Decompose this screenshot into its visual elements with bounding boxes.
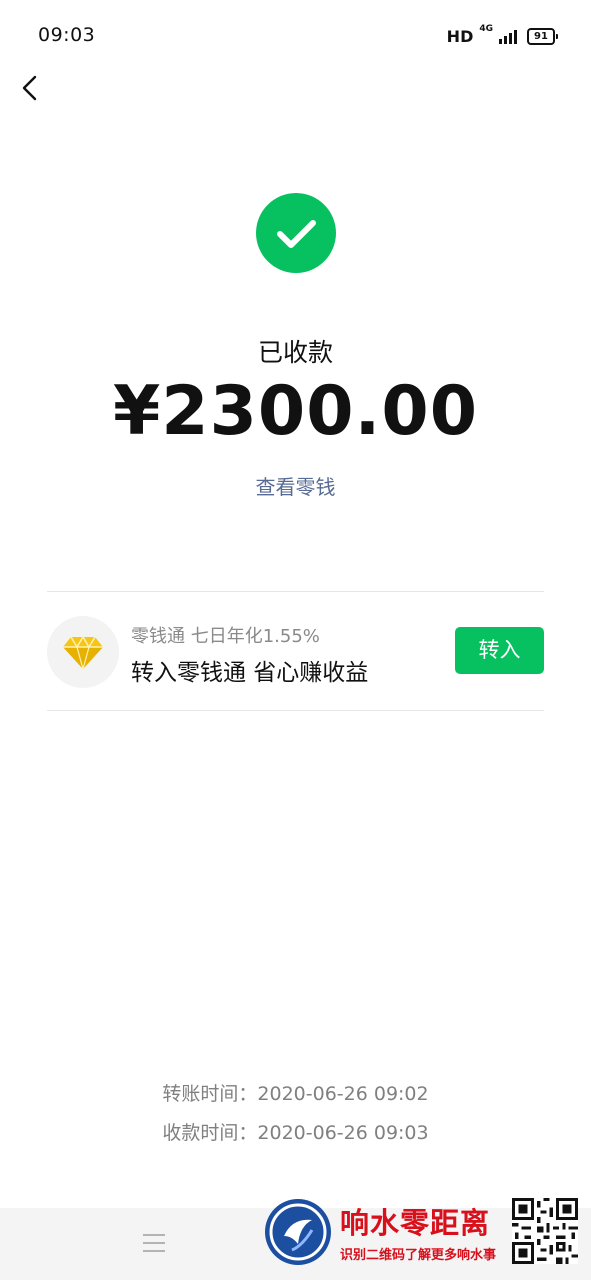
promo-subtitle: 零钱通 七日年化1.55% xyxy=(131,626,320,647)
divider xyxy=(47,710,544,711)
network-label: 4G xyxy=(479,24,493,34)
check-icon xyxy=(277,220,316,248)
menu-icon[interactable] xyxy=(143,1234,165,1254)
watermark-title: 响水零距离 xyxy=(340,1206,491,1240)
status-time: 09:03 xyxy=(38,24,96,46)
status-indicators: HD 4G 91 xyxy=(446,24,558,48)
diamond-icon xyxy=(63,635,103,672)
divider xyxy=(47,591,544,592)
qr-code-icon xyxy=(512,1198,578,1264)
watermark-subtitle: 识别二维码了解更多响水事 xyxy=(340,1248,497,1263)
watermark-logo-icon xyxy=(265,1199,331,1265)
signal-icon xyxy=(499,28,517,44)
back-button[interactable] xyxy=(14,70,50,106)
amount: ¥2300.00 xyxy=(112,372,479,451)
promo-avatar xyxy=(47,616,119,688)
view-change-link[interactable]: 查看零钱 xyxy=(0,471,591,500)
chevron-left-icon xyxy=(22,75,37,101)
transfer-time: 转账时间：2020-06-26 09:02 xyxy=(162,1083,429,1105)
watermark: 响水零距离 识别二维码了解更多响水事 xyxy=(262,1196,582,1276)
promo-title: 转入零钱通 省心赚收益 xyxy=(131,660,369,686)
transfer-in-button[interactable]: 转入 xyxy=(455,627,544,674)
payment-status: 已收款 xyxy=(257,338,333,367)
status-bar: 09:03 HD 4G 91 xyxy=(0,0,591,70)
hd-label: HD xyxy=(446,26,474,46)
receive-time: 收款时间：2020-06-26 09:03 xyxy=(162,1122,429,1144)
check-circle-icon xyxy=(256,193,336,273)
battery-icon: 91 xyxy=(527,27,558,45)
